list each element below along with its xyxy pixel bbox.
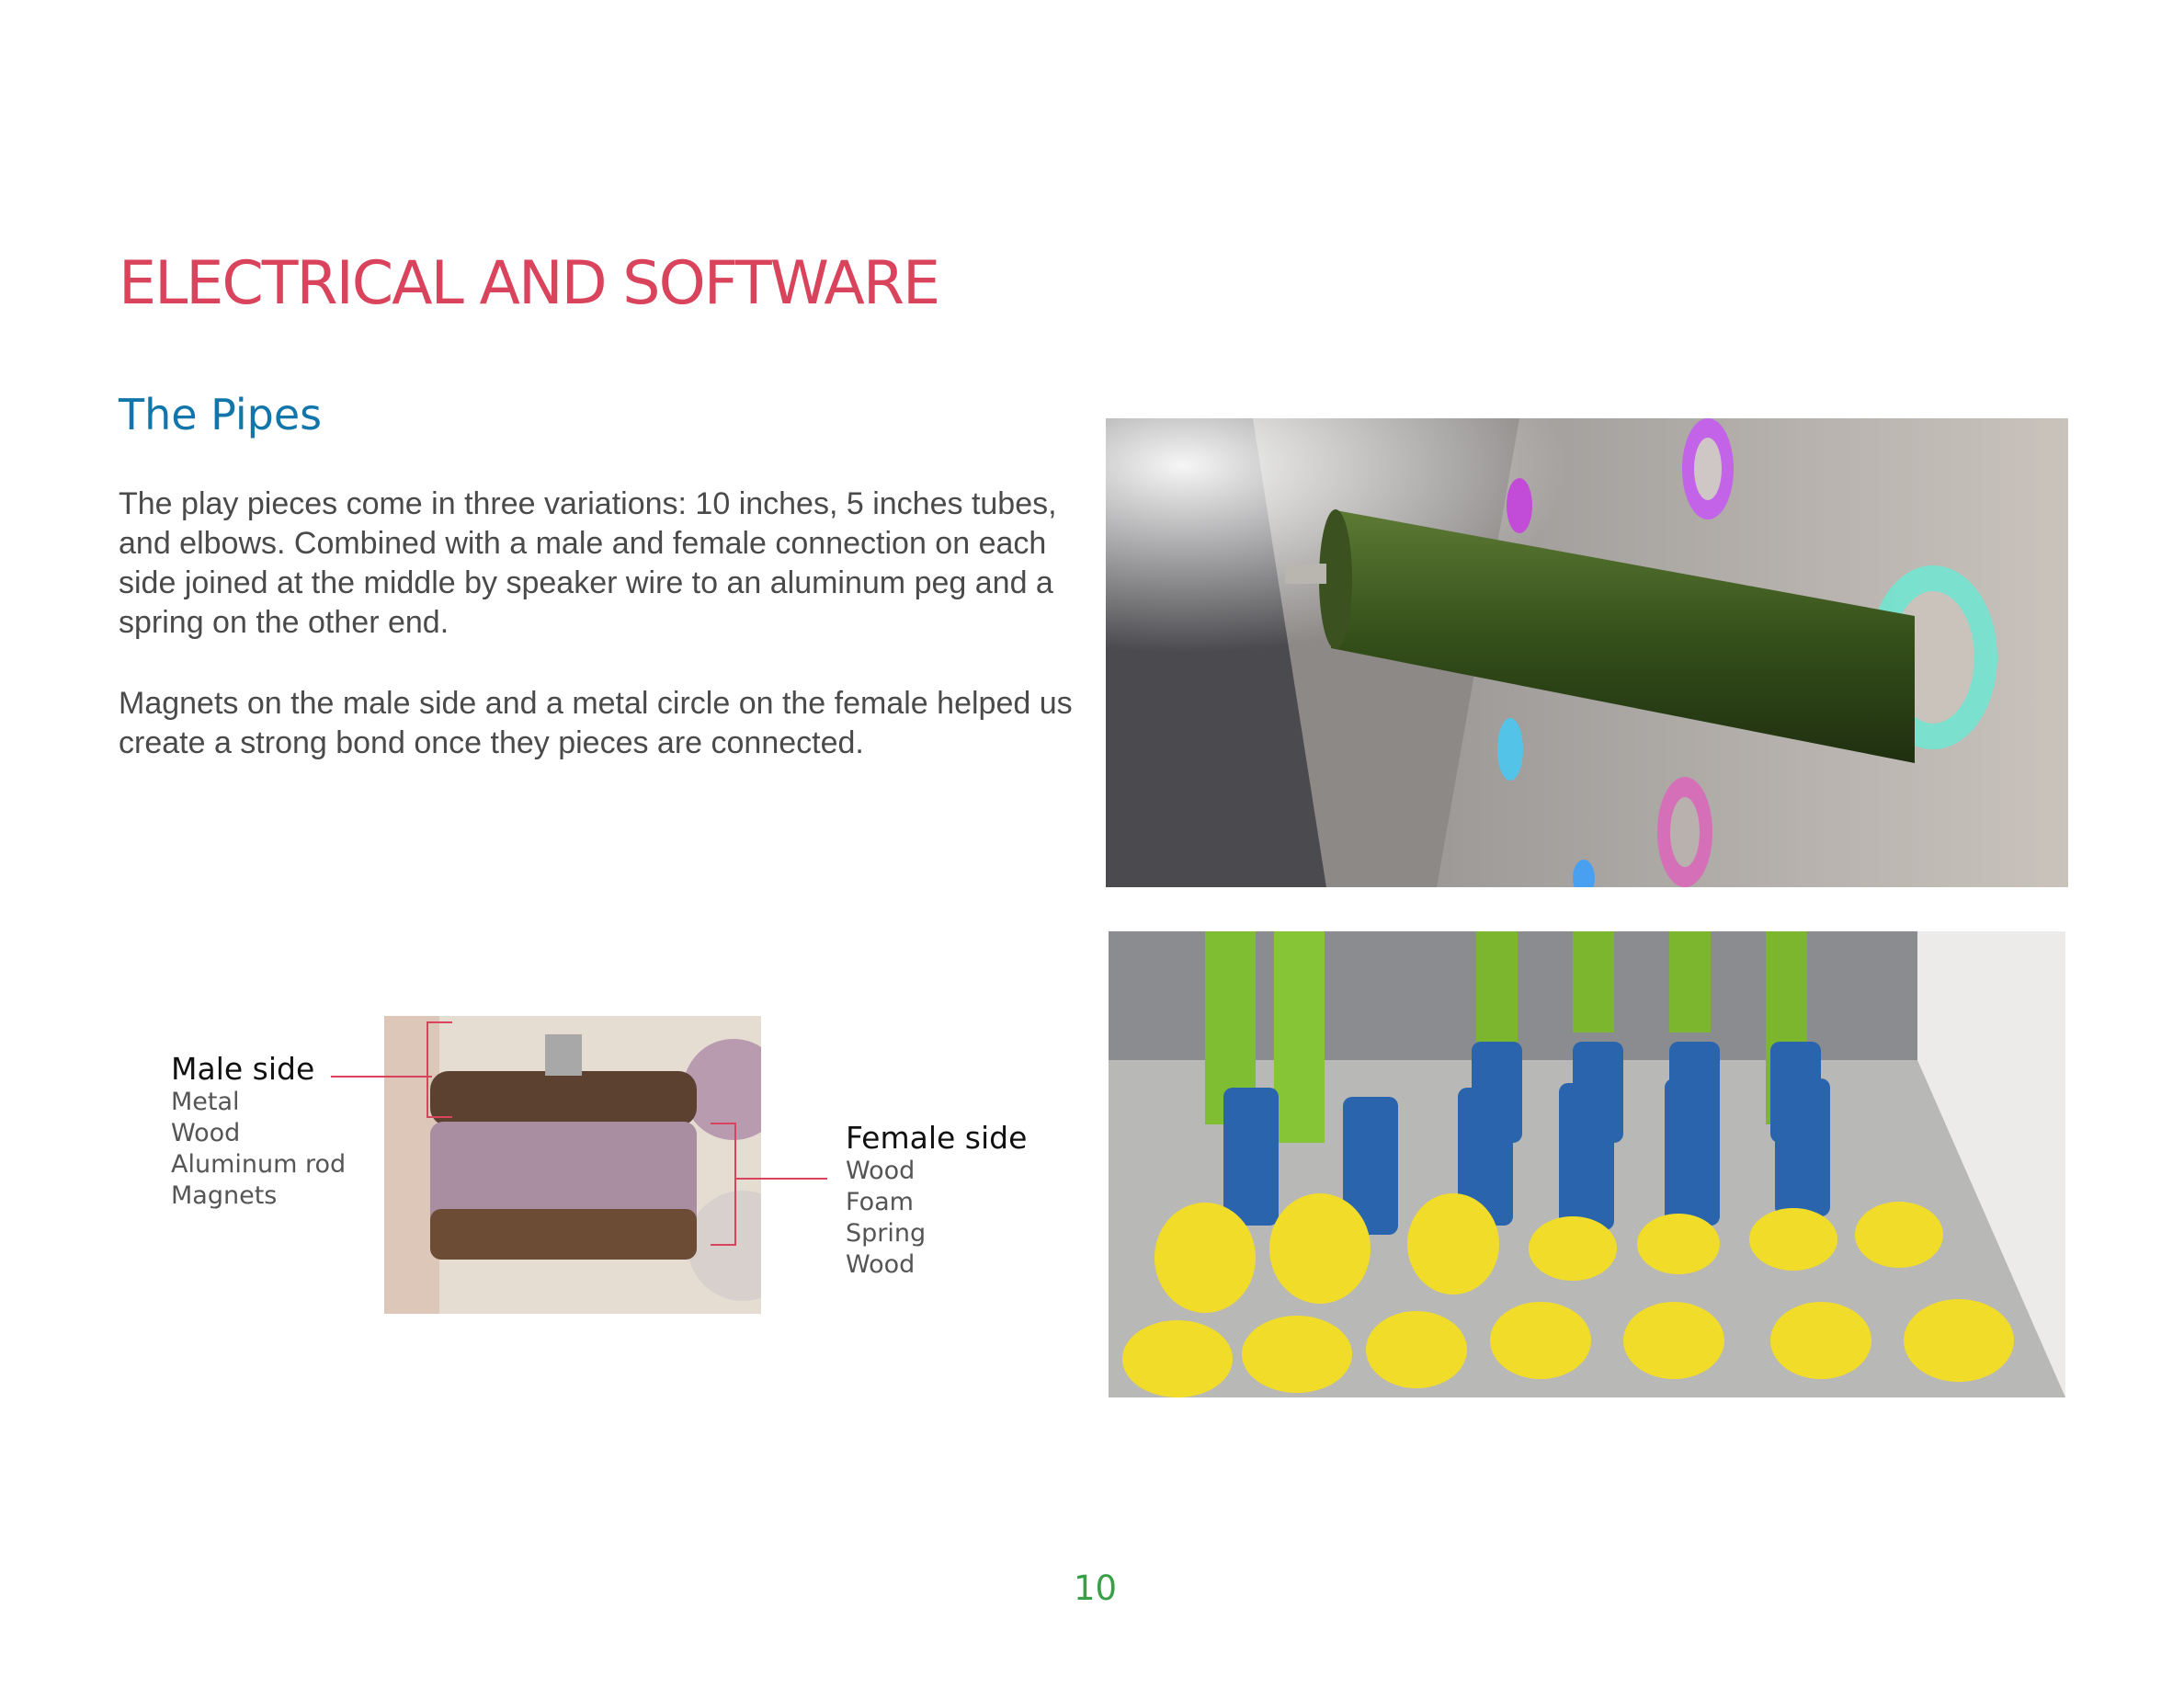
pipe-on-wall-photo <box>1106 418 2068 887</box>
female-side-heading: Female side <box>846 1120 1028 1156</box>
section-title: The Pipes <box>119 390 323 439</box>
female-side-item: Wood <box>846 1157 916 1185</box>
male-side-item: Aluminum rod <box>171 1150 347 1179</box>
male-side-heading: Male side <box>171 1051 315 1087</box>
male-side-item: Magnets <box>171 1181 278 1210</box>
male-side-item: Metal <box>171 1088 240 1116</box>
body-paragraph: The play pieces come in three variations… <box>119 486 1057 640</box>
female-side-item: Foam <box>846 1188 914 1216</box>
page-title: ELECTRICAL AND SOFTWARE <box>119 249 940 318</box>
page-number: 10 <box>1074 1568 1118 1608</box>
connector-photo <box>384 1016 761 1314</box>
female-side-labels: Female side Wood Foam Spring Wood <box>846 1123 1027 1281</box>
male-side-item: Wood <box>171 1119 241 1147</box>
female-side-item: Spring <box>846 1219 927 1248</box>
play-pieces-photo <box>1109 931 2065 1397</box>
male-side-labels: Male side Metal Wood Aluminum rod Magnet… <box>171 1054 346 1212</box>
female-side-item: Wood <box>846 1250 916 1279</box>
body-paragraph: Magnets on the male side and a metal cir… <box>119 686 1073 760</box>
